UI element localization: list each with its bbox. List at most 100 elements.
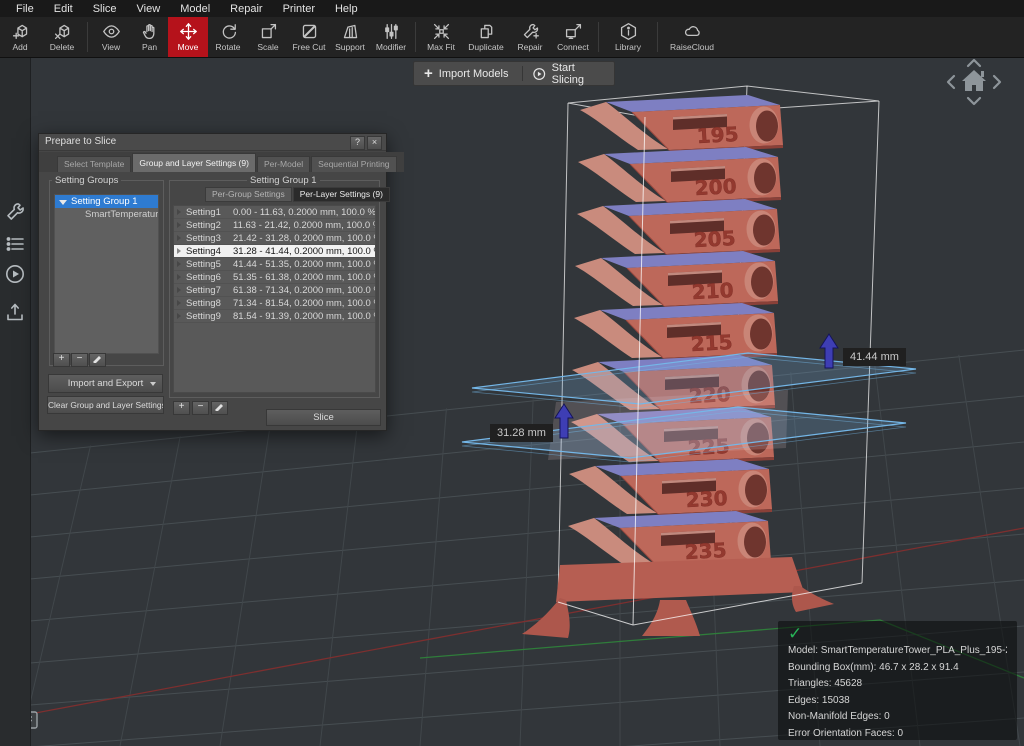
connect-button[interactable]: Connect [551, 17, 595, 57]
delete-button[interactable]: Delete [40, 17, 84, 57]
svg-text:230: 230 [685, 486, 728, 512]
list-icon[interactable] [4, 233, 26, 255]
import-slice-actionbar: + Import Models Start Slicing [413, 61, 615, 86]
svg-text:215: 215 [690, 330, 733, 356]
layer-setting-row[interactable]: Setting541.44 - 51.35, 0.2000 mm, 100.0 … [174, 258, 375, 271]
play-circle-icon[interactable] [4, 263, 26, 285]
library-button[interactable]: Library [602, 17, 654, 57]
layer-setting-row[interactable]: Setting651.35 - 61.38, 0.2000 mm, 100.0 … [174, 271, 375, 284]
export-upload-icon[interactable] [4, 301, 26, 323]
modifier-button[interactable]: Modifier [370, 17, 412, 57]
svg-text:235: 235 [684, 538, 727, 564]
setting-group-detail-label: Setting Group 1 [247, 175, 320, 186]
home-icon[interactable] [962, 70, 986, 91]
nav-up-chevron[interactable] [968, 60, 980, 66]
nav-left-chevron[interactable] [948, 76, 954, 88]
layer-setting-row-selected[interactable]: Setting431.28 - 41.44, 0.2000 mm, 100.0 … [174, 245, 375, 258]
add-group-button[interactable]: + [53, 353, 70, 367]
row-expand-icon[interactable] [177, 209, 181, 215]
menu-model[interactable]: Model [170, 3, 220, 15]
layer-setting-row[interactable]: Setting761.38 - 71.34, 0.2000 mm, 100.0 … [174, 284, 375, 297]
remove-group-button[interactable]: − [71, 353, 88, 367]
layer-setting-row[interactable]: Setting211.63 - 21.42, 0.2000 mm, 100.0 … [174, 219, 375, 232]
dialog-titlebar[interactable]: Prepare to Slice ? × [39, 134, 386, 151]
menu-bar: File Edit Slice View Model Repair Printe… [0, 0, 1024, 17]
svg-text:205: 205 [693, 226, 736, 252]
nav-right-chevron[interactable] [994, 76, 1000, 88]
free-cut-button[interactable]: Free Cut [288, 17, 330, 57]
add-button[interactable]: Add [0, 17, 40, 57]
view-navigation-control[interactable] [940, 56, 1024, 116]
setting-group-model-child[interactable]: SmartTemperatureTo... [55, 208, 158, 221]
rotate-button[interactable]: Rotate [208, 17, 248, 57]
layer-settings-tab-row: Per-Group Settings Per-Layer Settings (9… [205, 187, 391, 202]
pencil-icon [92, 354, 103, 363]
duplicate-icon [477, 22, 496, 41]
toolbar-separator [87, 22, 88, 52]
repair-button[interactable]: Repair [509, 17, 551, 57]
edit-layer-setting-button[interactable] [211, 401, 228, 415]
menu-slice[interactable]: Slice [83, 3, 127, 15]
row-expand-icon[interactable] [177, 274, 181, 280]
add-layer-setting-button[interactable]: + [173, 401, 190, 415]
model-name-line: Model: SmartTemperatureTower_PLA_Plus_19… [788, 643, 1007, 660]
menu-edit[interactable]: Edit [44, 3, 83, 15]
row-expand-icon[interactable] [177, 287, 181, 293]
tab-per-model[interactable]: Per-Model [257, 156, 310, 172]
tab-group-layer-settings[interactable]: Group and Layer Settings (9) [132, 153, 256, 172]
menu-repair[interactable]: Repair [220, 3, 272, 15]
bounding-box-line: Bounding Box(mm): 46.7 x 28.2 x 91.4 [788, 660, 1007, 677]
nav-down-chevron[interactable] [968, 98, 980, 104]
menu-help[interactable]: Help [325, 3, 368, 15]
error-orientation-line: Error Orientation Faces: 0 [788, 726, 1007, 743]
import-models-button[interactable]: + Import Models [414, 62, 522, 85]
eye-icon [102, 22, 121, 41]
row-expand-icon[interactable] [177, 235, 181, 241]
toolbar-separator [657, 22, 658, 52]
prepare-to-slice-dialog: Prepare to Slice ? × Select Template Gro… [38, 133, 387, 431]
row-expand-icon[interactable] [177, 222, 181, 228]
move-icon [179, 22, 198, 41]
max-fit-button[interactable]: Max Fit [419, 17, 463, 57]
layer-setting-row[interactable]: Setting871.34 - 81.54, 0.2000 mm, 100.0 … [174, 297, 375, 310]
repair-wrench-icon [521, 22, 540, 41]
settings-wrench-icon[interactable] [4, 201, 26, 223]
tab-sequential-printing[interactable]: Sequential Printing [311, 156, 396, 172]
pan-button[interactable]: Pan [131, 17, 168, 57]
layer-setting-row[interactable]: Setting321.42 - 31.28, 0.2000 mm, 100.0 … [174, 232, 375, 245]
raisecloud-button[interactable]: RaiseCloud [661, 17, 723, 57]
row-expand-icon[interactable] [177, 248, 181, 254]
layer-setting-row[interactable]: Setting10.00 - 11.63, 0.2000 mm, 100.0 % [174, 206, 375, 219]
tab-select-template[interactable]: Select Template [57, 156, 131, 172]
row-expand-icon[interactable] [177, 261, 181, 267]
duplicate-button[interactable]: Duplicate [463, 17, 509, 57]
library-icon [619, 22, 638, 41]
expand-caret-icon[interactable] [59, 200, 67, 205]
layer-settings-list[interactable]: Setting10.00 - 11.63, 0.2000 mm, 100.0 %… [173, 205, 376, 393]
svg-text:200: 200 [694, 174, 737, 200]
tab-per-group-settings[interactable]: Per-Group Settings [205, 187, 292, 202]
view-button[interactable]: View [91, 17, 131, 57]
setting-groups-tree[interactable]: Setting Group 1 SmartTemperatureTo... [54, 194, 159, 354]
slice-button[interactable]: Slice [266, 409, 381, 426]
edit-group-button[interactable] [89, 353, 106, 367]
setting-group-node[interactable]: Setting Group 1 [55, 195, 158, 208]
clear-group-layer-settings-button[interactable]: Clear Group and Layer Settings [47, 396, 164, 414]
menu-printer[interactable]: Printer [273, 3, 325, 15]
menu-file[interactable]: File [6, 3, 44, 15]
dialog-close-button[interactable]: × [367, 136, 382, 150]
row-expand-icon[interactable] [177, 313, 181, 319]
start-slicing-button[interactable]: Start Slicing [523, 62, 614, 85]
menu-view[interactable]: View [127, 3, 171, 15]
toolbar-separator [598, 22, 599, 52]
remove-layer-setting-button[interactable]: − [192, 401, 209, 415]
import-export-button[interactable]: Import and Export [48, 374, 163, 393]
dialog-title: Prepare to Slice [45, 136, 116, 147]
row-expand-icon[interactable] [177, 300, 181, 306]
tab-per-layer-settings[interactable]: Per-Layer Settings (9) [293, 187, 390, 202]
layer-setting-row[interactable]: Setting981.54 - 91.39, 0.2000 mm, 100.0 … [174, 310, 375, 323]
support-button[interactable]: Support [330, 17, 370, 57]
dialog-help-button[interactable]: ? [350, 136, 365, 150]
scale-button[interactable]: Scale [248, 17, 288, 57]
move-button[interactable]: Move [168, 17, 208, 57]
